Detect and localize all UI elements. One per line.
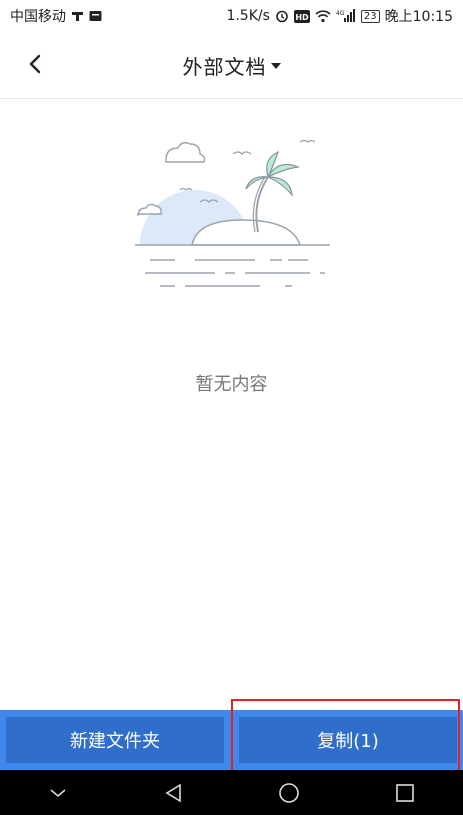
nav-back-button[interactable]	[144, 770, 204, 815]
cloud-icon	[137, 203, 162, 217]
signal-icon: 4G	[336, 9, 356, 23]
back-triangle-icon	[165, 783, 181, 802]
cloud-icon	[165, 141, 206, 163]
network-speed: 1.5K/s	[226, 8, 270, 24]
bottom-action-bar: 新建文件夹 复制(1)	[0, 710, 463, 770]
copy-button[interactable]: 复制(1)	[239, 717, 457, 763]
back-button[interactable]	[18, 46, 54, 82]
message-icon	[89, 10, 102, 22]
taobao-icon	[71, 10, 84, 23]
wifi-icon	[315, 9, 331, 23]
hd-icon: HD	[293, 9, 310, 23]
system-nav-bar	[0, 770, 463, 815]
chevron-down-icon	[50, 788, 66, 797]
hide-nav-button[interactable]	[28, 770, 88, 815]
clock: 晚上10:15	[384, 9, 453, 25]
nav-home-button[interactable]	[259, 770, 319, 815]
chevron-left-icon	[29, 54, 41, 74]
status-bar: 中国移动 1.5K/s HD 4G 23 晚上10:15	[0, 0, 463, 32]
carrier-label: 中国移动	[10, 9, 66, 25]
empty-message: 暂无内容	[195, 374, 268, 395]
recents-square-icon	[396, 783, 414, 802]
header: 外部文档	[0, 32, 463, 99]
new-folder-button[interactable]: 新建文件夹	[6, 717, 224, 763]
page-title: 外部文档	[182, 54, 267, 79]
battery-level: 23	[363, 10, 377, 22]
title-dropdown[interactable]: 外部文档	[0, 32, 463, 98]
battery-icon: 23	[360, 9, 380, 23]
island-palm-illustration	[135, 139, 330, 287]
nav-recents-button[interactable]	[375, 770, 435, 815]
status-right: 1.5K/s HD 4G 23 晚上10:15	[226, 6, 453, 26]
status-left: 中国移动	[10, 6, 102, 26]
home-circle-icon	[279, 782, 300, 803]
network-type: 4G	[336, 10, 345, 17]
alarm-icon	[275, 9, 289, 23]
caret-down-icon	[270, 63, 281, 69]
svg-text:HD: HD	[295, 13, 309, 22]
